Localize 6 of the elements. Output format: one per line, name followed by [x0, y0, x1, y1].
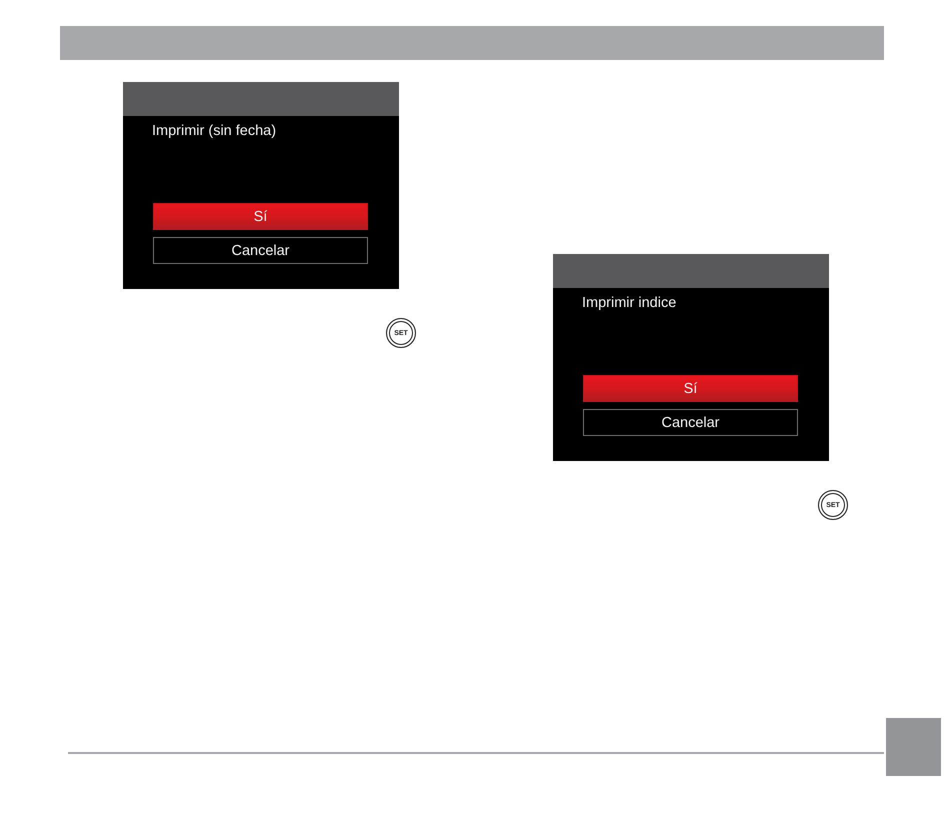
dialog-message: Imprimir (sin fecha) — [152, 123, 276, 140]
cancel-option[interactable]: Cancelar — [153, 237, 368, 264]
dialog-message: Imprimir indice — [582, 295, 676, 312]
confirm-option[interactable]: Sí — [153, 203, 368, 230]
confirm-option[interactable]: Sí — [583, 375, 798, 402]
cancel-option[interactable]: Cancelar — [583, 409, 798, 436]
